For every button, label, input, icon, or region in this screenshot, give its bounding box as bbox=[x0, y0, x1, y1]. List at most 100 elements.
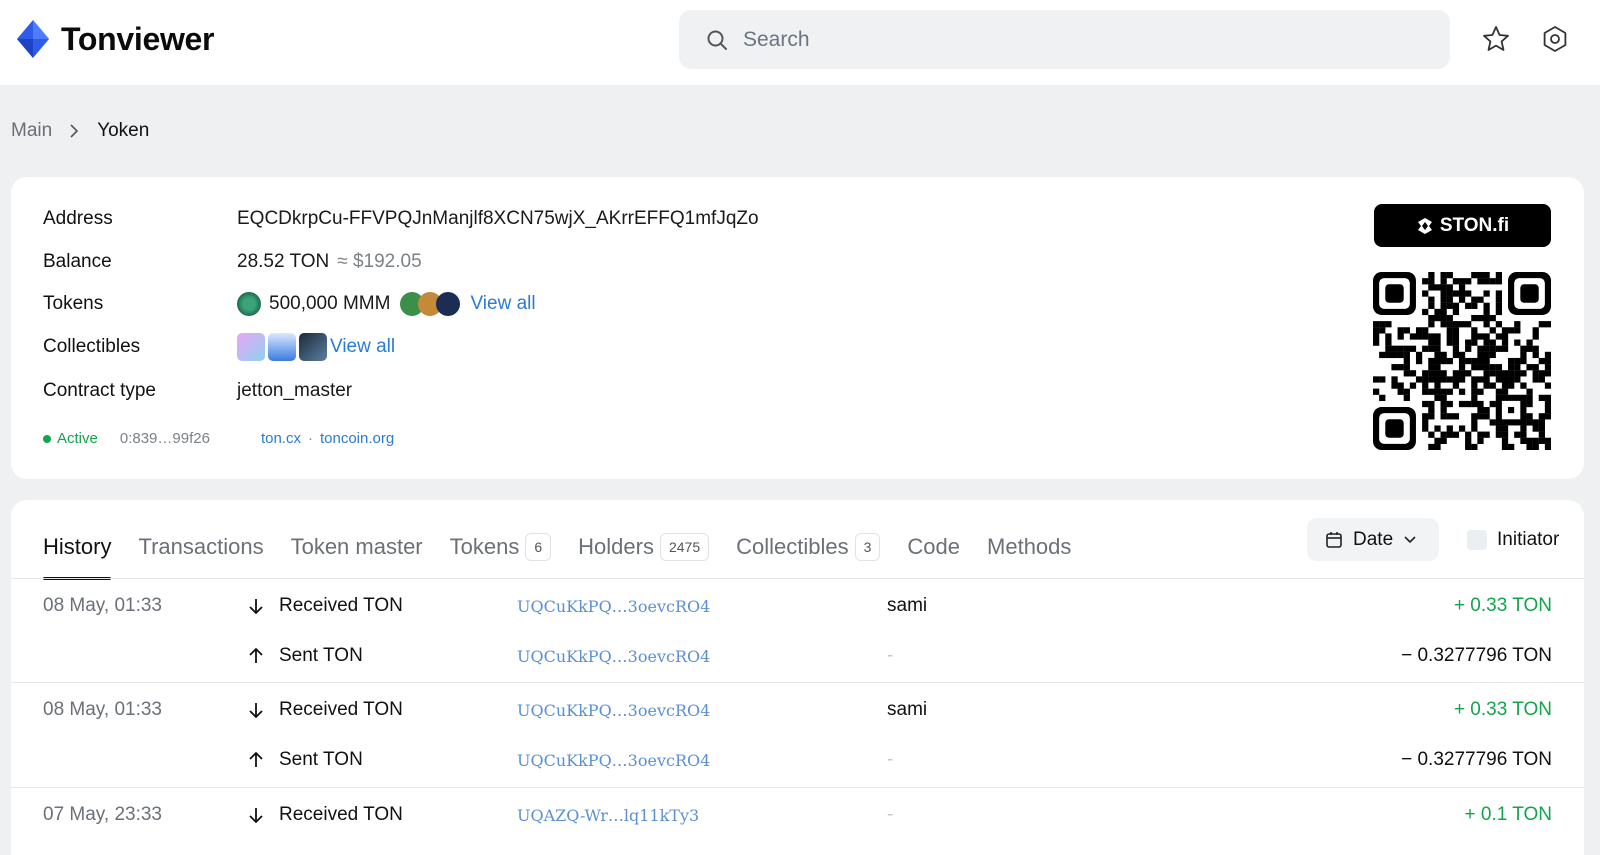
contract-type-value: jetton_master bbox=[237, 380, 353, 401]
collectible-thumbnail[interactable] bbox=[299, 333, 327, 361]
settings-icon[interactable] bbox=[1540, 24, 1570, 54]
site-link-toncoin[interactable]: toncoin.org bbox=[320, 430, 394, 447]
tx-address-link[interactable]: UQCuKkPQ…3oevcRO4 bbox=[517, 647, 710, 666]
collectible-thumbnail[interactable] bbox=[237, 333, 265, 361]
tokens-label: Tokens bbox=[43, 293, 104, 314]
history-action-row[interactable]: Sent TON UQCuKkPQ…3oevcRO4 - − 0.3277796 TO… bbox=[11, 641, 1584, 671]
tab-label: History bbox=[43, 534, 112, 559]
address-value[interactable]: EQCDkrpCu-FFVPQJnManjlf8XCN75wjX_AKrrEFF… bbox=[237, 208, 759, 230]
tab-bar: History Transactions Token master Tokens 6 Ho… bbox=[43, 516, 1098, 580]
tab-label: Transactions bbox=[138, 534, 264, 559]
tab-label: Methods bbox=[987, 534, 1072, 559]
history-card: History Transactions Token master Tokens 6 Ho… bbox=[11, 500, 1584, 855]
mmm-token-icon bbox=[237, 292, 261, 316]
calendar-icon bbox=[1326, 531, 1342, 548]
tokens-view-all-link[interactable]: View all bbox=[470, 293, 535, 315]
tx-type-label: Sent TON bbox=[279, 749, 363, 770]
tab-history[interactable]: History bbox=[43, 516, 112, 580]
arrow-up-icon bbox=[249, 647, 263, 663]
tx-amount: − 0.3277796 TON bbox=[1401, 645, 1552, 666]
site-link-toncx[interactable]: ton.cx bbox=[261, 430, 301, 447]
collectible-thumbnail[interactable] bbox=[268, 333, 296, 361]
tab-label: Code bbox=[907, 534, 961, 559]
status-dot-icon bbox=[43, 434, 51, 443]
history-action-row[interactable]: 07 May, 23:33 Received TON UQAZQ-Wr…lq11kT… bbox=[11, 800, 1584, 830]
tab-methods[interactable]: Methods bbox=[987, 516, 1071, 578]
collectibles-row: Collectibles View all bbox=[43, 333, 395, 361]
ston-fi-label: STON.fi bbox=[1439, 214, 1510, 236]
star-icon[interactable] bbox=[1481, 24, 1511, 54]
tab-transactions[interactable]: Transactions bbox=[138, 516, 263, 578]
tab-count-badge: 3 bbox=[854, 533, 881, 561]
tx-address-link[interactable]: UQAZQ-Wr…lq11kTy3 bbox=[517, 806, 699, 825]
history-group[interactable]: 07 May, 23:33 Received TON UQAZQ-Wr…lq11kT… bbox=[11, 788, 1584, 855]
tx-type-label: Sent TON bbox=[279, 645, 363, 666]
history-action-row[interactable]: Sent TON UQCuKkPQ…3oevcRO4 - − 0.3277796 TO… bbox=[11, 745, 1584, 775]
balance-ton: 28.52 TON bbox=[237, 251, 330, 272]
logo[interactable]: Tonviewer bbox=[15, 19, 215, 59]
initiator-checkbox[interactable] bbox=[1467, 530, 1487, 550]
tab-count-badge: 6 bbox=[525, 533, 552, 561]
raw-address[interactable]: 0:839…99f26 bbox=[120, 430, 210, 447]
status-badge: Active bbox=[57, 430, 98, 447]
ston-fi-logo-icon bbox=[1417, 217, 1432, 234]
arrow-down-icon bbox=[249, 703, 263, 719]
token-avatar-icon[interactable] bbox=[436, 292, 461, 316]
tab-label: Holders bbox=[578, 534, 654, 559]
chevron-down-icon bbox=[1404, 535, 1416, 543]
tab-holders[interactable]: Holders 2475 bbox=[578, 516, 710, 578]
tab-collectibles[interactable]: Collectibles 3 bbox=[736, 516, 881, 578]
tx-date: 08 May, 01:33 bbox=[43, 595, 163, 616]
tx-address-link[interactable]: UQCuKkPQ…3oevcRO4 bbox=[517, 701, 710, 720]
arrow-down-icon bbox=[249, 808, 263, 824]
initiator-label: Initiator bbox=[1497, 529, 1560, 550]
arrow-down-icon bbox=[249, 599, 263, 615]
search-bar[interactable] bbox=[679, 10, 1450, 69]
top-header: Tonviewer bbox=[0, 0, 1600, 85]
tab-tokens[interactable]: Tokens 6 bbox=[450, 516, 552, 578]
tokens-value: 500,000 MMM View all bbox=[237, 292, 536, 316]
history-action-row[interactable]: 08 May, 01:33 Received TON UQCuKkPQ…3oevcR… bbox=[11, 591, 1584, 621]
chevron-right-icon bbox=[70, 124, 79, 138]
tx-amount: − 0.3277796 TON bbox=[1401, 749, 1552, 770]
tx-counterparty: - bbox=[887, 749, 894, 770]
collectibles-value: View all bbox=[237, 333, 395, 361]
balance-usd: ≈ $192.05 bbox=[337, 251, 422, 272]
history-action-row[interactable]: 08 May, 01:33 Received TON UQCuKkPQ…3oevcR… bbox=[11, 695, 1584, 725]
search-input[interactable] bbox=[743, 27, 1423, 52]
breadcrumb: Main Yoken bbox=[11, 120, 149, 142]
tx-type-label: Received TON bbox=[279, 595, 403, 616]
tx-address-link[interactable]: UQCuKkPQ…3oevcRO4 bbox=[517, 597, 710, 616]
balance-value: 28.52 TON ≈ $192.05 bbox=[237, 251, 422, 273]
history-group[interactable]: 08 May, 01:33 Received TON UQCuKkPQ…3oevcR… bbox=[11, 579, 1584, 683]
qr-code bbox=[1373, 272, 1551, 450]
tx-type: Received TON bbox=[247, 595, 403, 617]
balance-row: Balance 28.52 TON ≈ $192.05 bbox=[43, 248, 422, 276]
tx-counterparty: sami bbox=[887, 699, 928, 720]
tab-token-master[interactable]: Token master bbox=[291, 516, 423, 578]
initiator-filter[interactable]: Initiator bbox=[1467, 529, 1559, 551]
account-meta: Active 0:839…99f26 ton.cx · toncoin.org bbox=[43, 430, 394, 447]
collectibles-view-all-link[interactable]: View all bbox=[330, 336, 395, 358]
token-icons-stack bbox=[400, 292, 461, 316]
tx-counterparty: - bbox=[887, 804, 894, 825]
tx-type: Received TON bbox=[247, 804, 403, 826]
tx-amount: + 0.33 TON bbox=[1453, 595, 1552, 616]
ston-fi-button[interactable]: STON.fi bbox=[1374, 204, 1551, 247]
breadcrumb-main-link[interactable]: Main bbox=[11, 120, 52, 142]
tab-label: Collectibles bbox=[736, 534, 849, 559]
account-info-card: Address EQCDkrpCu-FFVPQJnManjlf8XCN75wjX… bbox=[11, 177, 1584, 479]
balance-label: Balance bbox=[43, 251, 112, 272]
tokens-main: 500,000 MMM bbox=[269, 293, 391, 314]
tx-date: 07 May, 23:33 bbox=[43, 804, 163, 825]
history-group[interactable]: 08 May, 01:33 Received TON UQCuKkPQ…3oevcR… bbox=[11, 683, 1584, 788]
date-filter-button[interactable]: Date bbox=[1307, 518, 1439, 561]
arrow-up-icon bbox=[249, 751, 263, 767]
site-separator: · bbox=[307, 430, 313, 447]
tx-address-link[interactable]: UQCuKkPQ…3oevcRO4 bbox=[517, 751, 710, 770]
tokens-row: Tokens 500,000 MMM View all bbox=[43, 290, 536, 318]
collectibles-label: Collectibles bbox=[43, 336, 141, 357]
tab-label: Token master bbox=[290, 534, 423, 559]
date-filter-label: Date bbox=[1353, 528, 1394, 550]
tab-code[interactable]: Code bbox=[907, 516, 960, 578]
